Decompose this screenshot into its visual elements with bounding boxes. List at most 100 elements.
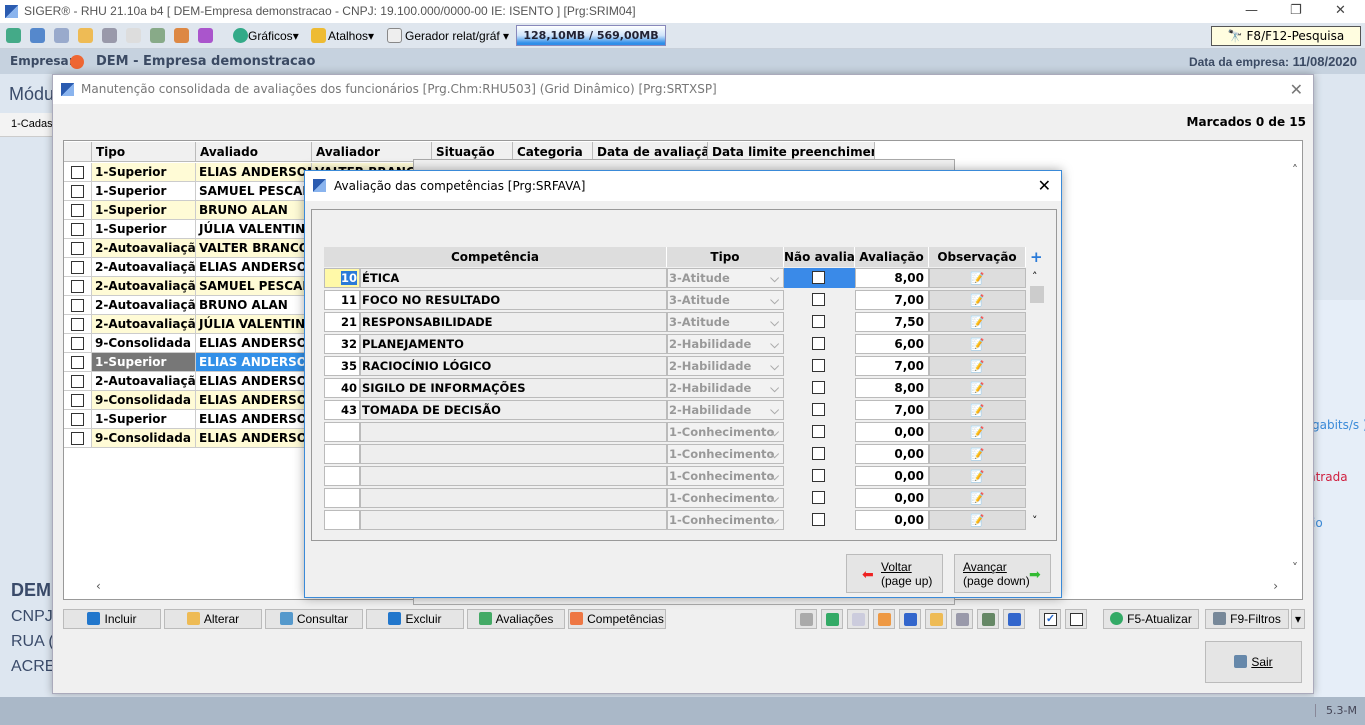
checklist-button[interactable] (1003, 609, 1025, 629)
competency-type-select[interactable]: 2-Habilidade ⌵ (667, 334, 784, 354)
add-competency-button[interactable]: + (1030, 250, 1043, 265)
download-button[interactable] (977, 609, 999, 629)
competency-type-select[interactable]: 1-Conhecimento ⌵ (667, 488, 784, 508)
exit-button[interactable]: Sair (1205, 641, 1302, 683)
next-button[interactable]: ➡ Avançar (page down) (954, 554, 1051, 593)
competency-type-select[interactable]: 1-Conhecimento ⌵ (667, 422, 784, 442)
observation-button[interactable]: 📝 (929, 400, 1026, 420)
skip-checkbox[interactable] (812, 403, 825, 416)
row-checkbox[interactable] (71, 337, 84, 350)
competencies-button[interactable]: Competências (568, 609, 666, 629)
competency-code[interactable]: 35 (324, 356, 360, 376)
competency-type-select[interactable]: 1-Conhecimento ⌵ (667, 510, 784, 530)
scroll-right-arrow[interactable]: › (1273, 579, 1278, 593)
competency-code[interactable] (324, 444, 360, 464)
skip-checkbox[interactable] (812, 469, 825, 482)
window-icon[interactable] (78, 28, 93, 43)
evaluations-button[interactable]: Avaliações (467, 609, 565, 629)
rating-input[interactable]: 7,00 (855, 356, 929, 376)
competency-code[interactable]: 21 (324, 312, 360, 332)
uncheck-all-button[interactable] (1065, 609, 1087, 629)
atalhos-menu[interactable]: Atalhos▾ (328, 29, 374, 43)
row-checkbox[interactable] (71, 242, 84, 255)
rating-input[interactable]: 0,00 (855, 422, 929, 442)
rating-input[interactable]: 6,00 (855, 334, 929, 354)
rating-input[interactable]: 8,00 (855, 268, 929, 288)
back-button[interactable]: ⬅ Voltar (page up) (846, 554, 943, 593)
competency-type-select[interactable]: 2-Habilidade ⌵ (667, 378, 784, 398)
col-tipo[interactable]: Tipo (667, 247, 784, 267)
search-button[interactable]: 🔭 F8/F12-Pesquisa (1211, 26, 1361, 46)
view-button[interactable]: Consultar (265, 609, 363, 629)
rating-input[interactable]: 7,50 (855, 312, 929, 332)
observation-button[interactable]: 📝 (929, 422, 1026, 442)
dialog-scroll-up[interactable]: ˄ (1032, 270, 1038, 283)
skip-checkbox[interactable] (812, 271, 825, 284)
select-column-header[interactable] (64, 142, 92, 162)
gerador-menu[interactable]: Gerador relat/gráf ▾ (405, 29, 509, 43)
col-competencia[interactable]: Competência (324, 247, 667, 267)
row-checkbox[interactable] (71, 204, 84, 217)
dialog-scroll-down[interactable]: ˅ (1032, 514, 1038, 527)
competency-code[interactable] (324, 488, 360, 508)
skip-checkbox[interactable] (812, 513, 825, 526)
competency-type-select[interactable]: 3-Atitude ⌵ (667, 312, 784, 332)
skip-checkbox[interactable] (812, 315, 825, 328)
delete-button[interactable]: Excluir (366, 609, 464, 629)
close-dialog-button[interactable]: ✕ (1038, 171, 1051, 201)
mail-icon[interactable] (126, 28, 141, 43)
row-checkbox[interactable] (71, 413, 84, 426)
check-all-button[interactable]: ✓ (1039, 609, 1061, 629)
report-button[interactable] (873, 609, 895, 629)
observation-button[interactable]: 📝 (929, 290, 1026, 310)
row-checkbox[interactable] (71, 261, 84, 274)
filters-dropdown[interactable]: ▾ (1291, 609, 1305, 629)
grid-col-header[interactable]: Tipo (92, 142, 196, 162)
mailbox-icon[interactable] (198, 28, 213, 43)
col-observacao[interactable]: Observação (929, 247, 1026, 267)
observation-button[interactable]: 📝 (929, 510, 1026, 530)
competency-type-select[interactable]: 2-Habilidade ⌵ (667, 400, 784, 420)
competency-code[interactable] (324, 466, 360, 486)
tab-cadastro[interactable]: 1-Cadas (11, 118, 53, 130)
close-app-button[interactable]: ✕ (1335, 0, 1346, 22)
rating-input[interactable]: 0,00 (855, 444, 929, 464)
observation-button[interactable]: 📝 (929, 356, 1026, 376)
rating-input[interactable]: 7,00 (855, 290, 929, 310)
competency-code[interactable]: 43 (324, 400, 360, 420)
row-checkbox[interactable] (71, 432, 84, 445)
filters-button[interactable]: F9-Filtros (1205, 609, 1289, 629)
skip-checkbox[interactable] (812, 425, 825, 438)
network-icon[interactable] (54, 28, 69, 43)
row-checkbox[interactable] (71, 185, 84, 198)
rating-input[interactable]: 0,00 (855, 510, 929, 530)
competency-code[interactable] (324, 422, 360, 442)
maximize-button[interactable]: ❐ (1290, 0, 1302, 22)
competency-type-select[interactable]: 1-Conhecimento ⌵ (667, 444, 784, 464)
refresh-button[interactable]: F5-Atualizar (1103, 609, 1199, 629)
rating-input[interactable]: 7,00 (855, 400, 929, 420)
observation-button[interactable]: 📝 (929, 334, 1026, 354)
excel-button[interactable] (821, 609, 843, 629)
rating-input[interactable]: 8,00 (855, 378, 929, 398)
grid-col-header[interactable]: Avaliado (196, 142, 312, 162)
col-avaliacao[interactable]: Avaliação (855, 247, 929, 267)
rating-input[interactable]: 0,00 (855, 466, 929, 486)
skip-checkbox[interactable] (812, 447, 825, 460)
skip-checkbox[interactable] (812, 359, 825, 372)
scroll-left-arrow[interactable]: ‹ (96, 579, 101, 593)
competency-type-select[interactable]: 2-Habilidade ⌵ (667, 356, 784, 376)
observation-button[interactable]: 📝 (929, 268, 1026, 288)
skip-checkbox[interactable] (812, 293, 825, 306)
competency-code[interactable]: 40 (324, 378, 360, 398)
competency-code[interactable]: 10 (324, 268, 360, 288)
observation-button[interactable]: 📝 (929, 466, 1026, 486)
row-checkbox[interactable] (71, 318, 84, 331)
row-checkbox[interactable] (71, 356, 84, 369)
observation-button[interactable]: 📝 (929, 444, 1026, 464)
row-checkbox[interactable] (71, 375, 84, 388)
competency-code[interactable] (324, 510, 360, 530)
dialog-scroll-thumb[interactable] (1030, 286, 1044, 303)
scroll-up-arrow[interactable]: ˄ (1292, 163, 1298, 177)
graficos-menu[interactable]: Gráficos▾ (248, 29, 299, 43)
